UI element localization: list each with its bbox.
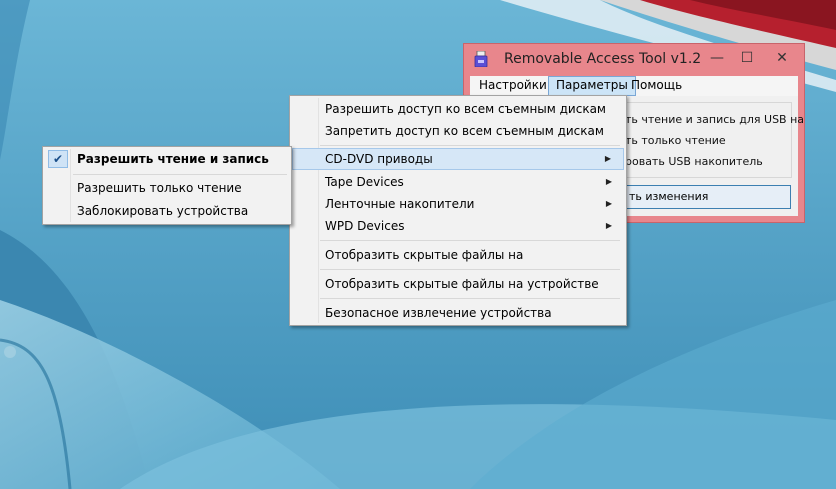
menu-separator <box>320 145 620 146</box>
cd-dvd-submenu: ✔ Разрешить чтение и запись Разрешить то… <box>42 146 292 225</box>
submenu-item-allow-rw[interactable]: ✔ Разрешить чтение и запись <box>45 148 289 170</box>
apply-button-label: ть изменения <box>629 190 709 203</box>
menu-separator <box>320 269 620 270</box>
window-title: Removable Access Tool v1.2 <box>504 51 702 67</box>
checkmark-icon: ✔ <box>48 150 68 168</box>
submenu-item-readonly[interactable]: Разрешить только чтение <box>45 177 289 199</box>
menu-item-safe-eject[interactable]: Безопасное извлечение устройства <box>292 302 624 324</box>
menu-parameters[interactable]: Параметры <box>548 76 636 96</box>
chevron-right-icon: ▶ <box>605 199 612 208</box>
menu-separator <box>320 298 620 299</box>
menu-item-show-hidden-device[interactable]: Отобразить скрытые файлы на устройстве <box>292 273 624 295</box>
parameters-menu: Разрешить доступ ко всем съемным дискам … <box>289 95 627 326</box>
menu-item-wpd-devices[interactable]: WPD Devices ▶ <box>292 215 624 237</box>
submenu-item-block[interactable]: Заблокировать устройства <box>45 200 289 222</box>
close-button[interactable]: ✕ <box>769 48 795 68</box>
menu-item-allow-all[interactable]: Разрешить доступ ко всем съемным дискам <box>292 98 624 120</box>
menu-item-tape-drives[interactable]: Ленточные накопители ▶ <box>292 193 624 215</box>
minimize-button[interactable]: — <box>704 48 730 68</box>
maximize-button[interactable]: ☐ <box>734 48 760 68</box>
menu-settings[interactable]: Настройки <box>472 76 554 96</box>
chevron-right-icon: ▶ <box>604 154 611 163</box>
menu-item-tape-devices[interactable]: Tape Devices ▶ <box>292 171 624 193</box>
chevron-right-icon: ▶ <box>605 177 612 186</box>
usb-drive-icon <box>474 50 488 68</box>
option-readonly[interactable]: ть только чтение <box>625 134 726 147</box>
option-rw-usb[interactable]: ть чтение и запись для USB на <box>625 113 804 126</box>
menu-item-show-hidden-on[interactable]: Отобразить скрытые файлы на <box>292 244 624 266</box>
menu-bar: Настройки Параметры Помощь <box>470 76 798 96</box>
chevron-right-icon: ▶ <box>605 221 612 230</box>
menu-item-cd-dvd[interactable]: CD-DVD приводы ▶ <box>292 148 624 170</box>
menu-separator <box>320 240 620 241</box>
menu-separator <box>73 174 287 175</box>
title-bar[interactable]: Removable Access Tool v1.2 — ☐ ✕ <box>464 44 804 74</box>
menu-help[interactable]: Помощь <box>624 76 689 96</box>
option-block-usb[interactable]: ровать USB накопитель <box>625 155 763 168</box>
menu-item-deny-all[interactable]: Запретить доступ ко всем съемным дискам <box>292 120 624 142</box>
